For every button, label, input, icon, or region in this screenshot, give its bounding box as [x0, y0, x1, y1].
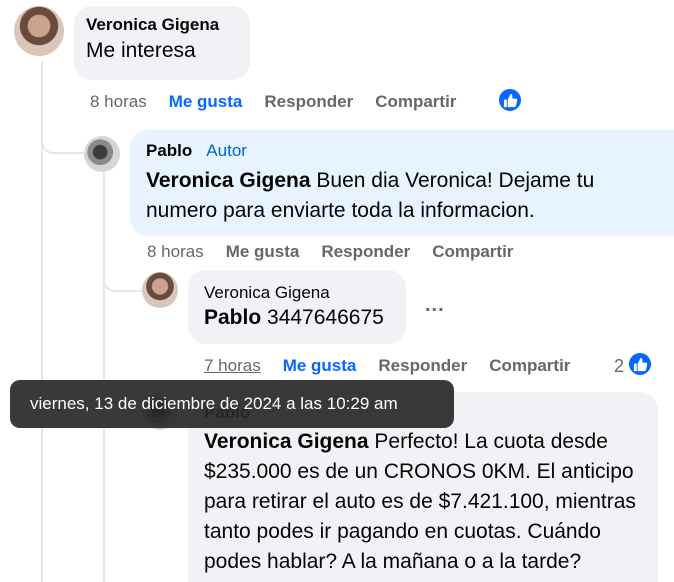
timestamp-tooltip: viernes, 13 de diciembre de 2024 a las 1…: [10, 380, 454, 428]
mention-link[interactable]: Veronica Gigena: [204, 430, 369, 453]
comment-text: Veronica Gigena Perfecto! La cuota desde…: [204, 427, 642, 577]
author-badge: Autor: [206, 141, 247, 160]
comment-author-row: Pablo Autor: [146, 140, 658, 162]
comment-author[interactable]: Pablo: [146, 141, 192, 160]
mention-link[interactable]: Pablo: [204, 306, 261, 329]
share-button[interactable]: Compartir: [489, 356, 570, 376]
like-button[interactable]: Me gusta: [283, 356, 357, 376]
comment-author[interactable]: Veronica Gigena: [204, 282, 390, 304]
comment-bubble: Pablo Autor Veronica Gigena Buen dia Vero…: [130, 130, 674, 236]
reply-button[interactable]: Responder: [264, 92, 353, 112]
thread-connector: [103, 270, 143, 292]
thumbs-up-icon[interactable]: [497, 87, 523, 113]
like-button[interactable]: Me gusta: [226, 242, 300, 262]
reaction-count[interactable]: 2: [614, 356, 624, 377]
comment-body: 3447646675: [261, 306, 384, 329]
comment-timestamp[interactable]: 8 horas: [147, 242, 204, 262]
comment-bubble: Veronica Gigena Me interesa: [74, 6, 250, 80]
comment-actions: 8 horas Me gusta Responder Compartir: [147, 242, 513, 262]
share-button[interactable]: Compartir: [432, 242, 513, 262]
comment-timestamp[interactable]: 8 horas: [90, 92, 147, 112]
comment-actions: 7 horas Me gusta Responder Compartir: [204, 356, 570, 376]
avatar[interactable]: [142, 272, 178, 308]
avatar[interactable]: [84, 136, 120, 172]
mention-link[interactable]: Veronica Gigena: [146, 169, 311, 192]
like-button[interactable]: Me gusta: [169, 92, 243, 112]
comment-bubble: Veronica Gigena Pablo 3447646675: [188, 270, 406, 344]
reply-button[interactable]: Responder: [321, 242, 410, 262]
thread-connector: [41, 128, 85, 154]
thumbs-up-icon[interactable]: [627, 351, 653, 377]
reply-button[interactable]: Responder: [378, 356, 467, 376]
comment-text: Veronica Gigena Buen dia Veronica! Dejam…: [146, 166, 658, 226]
avatar[interactable]: [14, 6, 64, 56]
more-options-icon[interactable]: ...: [425, 294, 445, 317]
share-button[interactable]: Compartir: [375, 92, 456, 112]
comment-timestamp[interactable]: 7 horas: [204, 356, 261, 376]
comment-text: Pablo 3447646675: [204, 304, 390, 332]
thread-line-reply: [103, 172, 105, 582]
comment-text: Me interesa: [86, 39, 196, 62]
comment-author[interactable]: Veronica Gigena: [86, 14, 238, 36]
comment-actions: 8 horas Me gusta Responder Compartir: [90, 92, 456, 112]
